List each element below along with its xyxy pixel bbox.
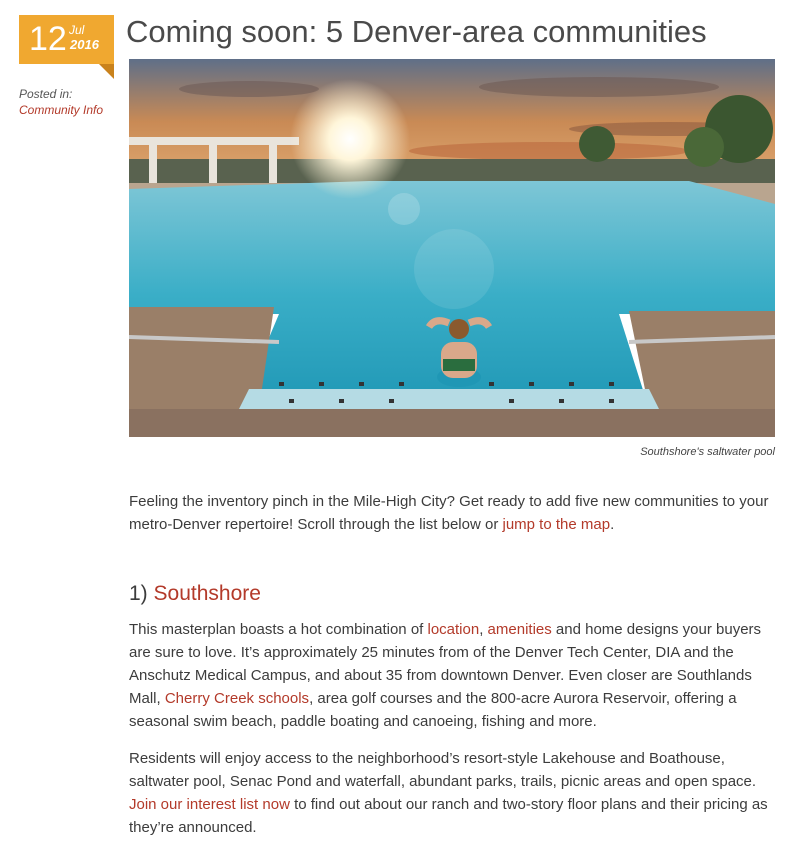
hero-image xyxy=(129,59,775,437)
intro-paragraph: Feeling the inventory pinch in the Mile-… xyxy=(129,490,775,536)
section-number: 1) xyxy=(129,582,154,605)
jump-to-map-link[interactable]: jump to the map xyxy=(503,516,611,533)
southshore-paragraph-2: Residents will enjoy access to the neigh… xyxy=(129,747,775,839)
interest-list-link[interactable]: Join our interest list now xyxy=(129,796,290,813)
post-title: Coming soon: 5 Denver-area communities xyxy=(126,14,707,49)
intro-text: Feeling the inventory pinch in the Mile-… xyxy=(129,493,769,533)
paragraph-text: , xyxy=(479,621,488,638)
image-caption: Southshore's saltwater pool xyxy=(640,446,775,458)
post-date-month: Jul xyxy=(69,23,85,37)
post-content: Feeling the inventory pinch in the Mile-… xyxy=(129,490,775,853)
intro-text-end: . xyxy=(610,516,615,533)
posted-in: Posted in: Community Info xyxy=(19,86,103,118)
cherry-creek-schools-link[interactable]: Cherry Creek schools xyxy=(165,690,309,707)
paragraph-text: Residents will enjoy access to the neigh… xyxy=(129,750,757,790)
southshore-paragraph-1: This masterplan boasts a hot combination… xyxy=(129,618,775,733)
amenities-link[interactable]: amenities xyxy=(488,621,552,638)
post-date-year: 2016 xyxy=(70,37,99,52)
posted-in-label: Posted in: xyxy=(19,87,73,101)
post-date-day: 12 xyxy=(29,20,67,58)
location-link[interactable]: location xyxy=(428,621,480,638)
section-heading-southshore: 1) Southshore xyxy=(129,580,775,608)
category-link[interactable]: Community Info xyxy=(19,102,103,118)
post-date-badge: 12 Jul 2016 xyxy=(19,15,114,79)
paragraph-text: This masterplan boasts a hot combination… xyxy=(129,621,428,638)
southshore-link[interactable]: Southshore xyxy=(154,582,261,605)
